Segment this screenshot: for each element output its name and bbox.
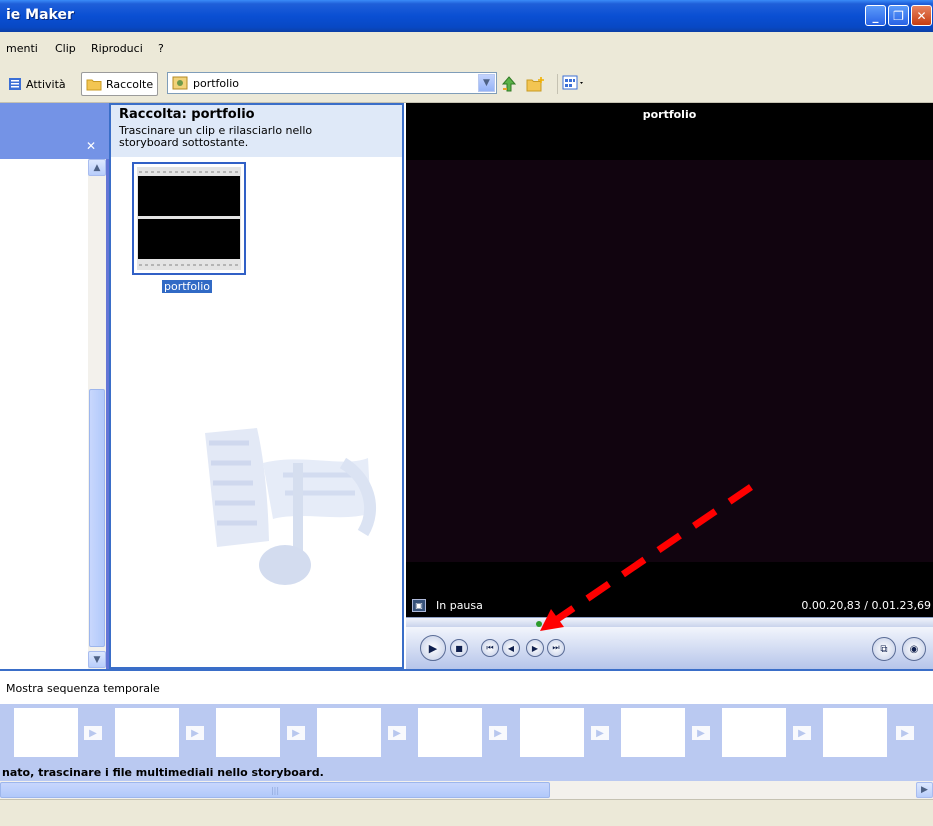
rewind-button[interactable]: ◀ — [502, 639, 520, 657]
film-strip-icon — [137, 167, 241, 270]
tasks-button[interactable]: Attività — [4, 72, 70, 96]
collection-dropdown[interactable]: portfolio ▼ — [167, 72, 497, 94]
task-pane-body — [0, 159, 88, 669]
next-button[interactable]: ⏭ — [547, 639, 565, 657]
transition-slot[interactable]: ▶ — [186, 726, 204, 740]
transition-slot[interactable]: ▶ — [591, 726, 609, 740]
forward-button[interactable]: ▶ — [526, 639, 544, 657]
collection-icon — [172, 76, 188, 90]
up-folder-icon[interactable] — [500, 76, 518, 95]
storyboard-slot[interactable] — [621, 708, 685, 757]
fullscreen-icon[interactable]: ▣ — [412, 599, 426, 612]
storyboard: ▶ ▶ ▶ ▶ ▶ ▶ ▶ ▶ ▶ — [0, 704, 933, 766]
title-bar: ie Maker _ ❐ ✕ — [0, 0, 933, 32]
red-arrow-annotation — [540, 484, 753, 631]
storyboard-slot[interactable] — [317, 708, 381, 757]
horizontal-scrollbar[interactable]: ||| ▶ — [0, 781, 933, 799]
view-options-icon[interactable] — [562, 75, 586, 94]
clip-name[interactable]: portfolio — [161, 279, 213, 294]
window-title: ie Maker — [6, 7, 74, 23]
transition-slot[interactable]: ▶ — [388, 726, 406, 740]
chevron-down-icon[interactable]: ▼ — [478, 74, 495, 92]
scroll-thumb[interactable]: ||| — [0, 782, 550, 798]
toolbar: Attività Raccolte portfolio ▼ — [0, 64, 933, 103]
playback-status: In pausa — [436, 599, 483, 612]
tasks-label: Attività — [26, 77, 66, 91]
show-timeline-button[interactable]: Mostra sequenza temporale — [6, 682, 160, 695]
snapshot-camera-icon[interactable]: ◉ — [902, 637, 926, 661]
menu-clip[interactable]: Clip — [55, 42, 76, 55]
menu-riproduci[interactable]: Riproduci — [91, 42, 143, 55]
transition-slot[interactable]: ▶ — [287, 726, 305, 740]
storyboard-slot[interactable] — [14, 708, 78, 757]
transition-slot[interactable]: ▶ — [489, 726, 507, 740]
minimize-button[interactable]: _ — [865, 5, 886, 26]
collection-description: Trascinare un clip e rilasciarlo nello s… — [119, 124, 313, 149]
split-clip-icon[interactable]: ⧉ — [872, 637, 896, 661]
time-display: 0.00.20,83 / 0.01.23,69 — [801, 599, 931, 612]
storyboard-slot[interactable] — [216, 708, 280, 757]
collections-label: Raccolte — [106, 77, 154, 91]
restore-button[interactable]: ❐ — [888, 5, 909, 26]
stop-button[interactable]: ■ — [450, 639, 468, 657]
scroll-right-icon[interactable]: ▶ — [916, 782, 933, 798]
collection-pane: Raccolta: portfolio Trascinare un clip e… — [109, 103, 404, 669]
storyboard-slot[interactable] — [520, 708, 584, 757]
scroll-down-icon[interactable]: ▼ — [88, 651, 106, 668]
storyboard-slot[interactable] — [722, 708, 786, 757]
previous-button[interactable]: ⏮ — [481, 639, 499, 657]
scroll-thumb[interactable] — [89, 389, 105, 647]
collections-button[interactable]: Raccolte — [81, 72, 159, 96]
transition-slot[interactable]: ▶ — [692, 726, 710, 740]
new-folder-icon[interactable] — [526, 76, 546, 95]
storyboard-slot[interactable] — [115, 708, 179, 757]
folder-icon — [86, 79, 102, 91]
close-button[interactable]: ✕ — [911, 5, 932, 26]
transition-slot[interactable]: ▶ — [84, 726, 102, 740]
menu-strumenti[interactable]: menti — [6, 42, 38, 55]
storyboard-slot[interactable] — [418, 708, 482, 757]
collection-header: Raccolta: portfolio Trascinare un clip e… — [111, 105, 402, 157]
vertical-scrollbar[interactable]: ▲ ▼ — [88, 159, 106, 669]
transition-slot[interactable]: ▶ — [793, 726, 811, 740]
collection-value: portfolio — [193, 76, 239, 90]
transition-slot[interactable]: ▶ — [896, 726, 914, 740]
menu-bar: menti Clip Riproduci ? — [0, 32, 933, 64]
collection-title: Raccolta: portfolio — [119, 107, 255, 122]
preview-title: portfolio — [642, 108, 697, 121]
status-bar — [0, 799, 933, 826]
menu-help[interactable]: ? — [158, 42, 164, 55]
storyboard-slot[interactable] — [823, 708, 887, 757]
scroll-up-icon[interactable]: ▲ — [88, 159, 106, 176]
storyboard-toolbar: Mostra sequenza temporale — [0, 669, 933, 704]
clip-thumbnail[interactable] — [132, 162, 246, 275]
music-film-watermark-icon — [193, 423, 393, 606]
storyboard-hint: nato, trascinare i file multimediali nel… — [0, 766, 933, 781]
play-button[interactable]: ▶ — [420, 635, 446, 661]
task-pane: ✕ ▲ ▼ — [0, 103, 109, 669]
toolbar-separator — [557, 74, 558, 94]
tasks-icon — [9, 78, 21, 90]
close-icon[interactable]: ✕ — [86, 139, 96, 153]
